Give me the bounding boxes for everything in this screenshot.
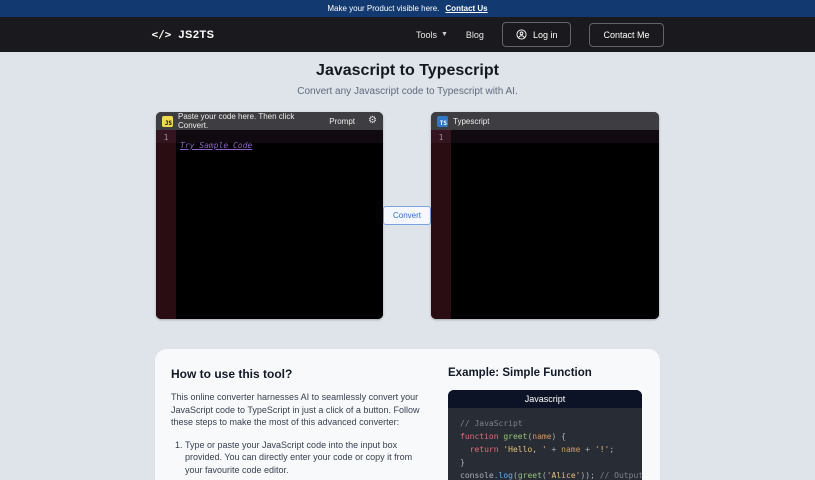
person-icon [516, 29, 527, 40]
gear-icon[interactable]: ⚙ [368, 116, 377, 126]
output-panel-title: Typescript [453, 116, 490, 126]
input-panel-header: JS Paste your code here. Then click Conv… [156, 112, 383, 130]
input-line-numbers: 1 [156, 130, 176, 319]
nav-blog-label: Blog [465, 29, 484, 40]
nav-tools-label: Tools [415, 29, 437, 40]
input-panel-title: Paste your code here. Then click Convert… [178, 112, 295, 130]
how-to-title: How to use this tool? [171, 367, 293, 381]
example-title: Example: Simple Function [448, 367, 592, 379]
navbar: </> JS2TS Tools ▼ Blog Log in Contact Me [0, 17, 815, 52]
typescript-icon: TS [437, 115, 448, 127]
convert-button[interactable]: Convert [383, 206, 432, 225]
example-code: // JavaScript function greet(name) { retu… [460, 419, 642, 480]
example-code-header: Javascript [448, 390, 642, 408]
contact-label: Contact Me [603, 29, 650, 40]
promo-banner: Make your Product visible here. Contact … [0, 0, 815, 17]
page-title: Javascript to Typescript [316, 62, 499, 79]
chevron-down-icon: ▼ [440, 31, 448, 38]
nav-item-tools[interactable]: Tools ▼ [416, 30, 448, 40]
how-to-column: How to use this tool? This online conver… [171, 367, 426, 480]
logo-text: JS2TS [178, 28, 215, 41]
hero-section: Javascript to Typescript Convert any Jav… [0, 52, 815, 97]
logo[interactable]: </> JS2TS [152, 28, 215, 41]
nav-item-blog[interactable]: Blog [466, 30, 484, 40]
code-icon: </> [151, 28, 172, 41]
how-to-steps: Type or paste your JavaScript code into … [185, 439, 426, 480]
login-button[interactable]: Log in [501, 22, 572, 47]
converter-middle: Convert [383, 112, 432, 225]
converter-section: JS Paste your code here. Then click Conv… [156, 112, 659, 319]
output-code-panel: TS Typescript 1 [431, 112, 659, 319]
input-code-area[interactable]: Try Sample Code [176, 130, 383, 319]
try-sample-code-link[interactable]: Try Sample Code [180, 141, 252, 150]
example-code-card: Javascript // JavaScript function greet(n… [448, 390, 642, 480]
output-code-editor: 1 [431, 130, 659, 319]
info-card: How to use this tool? This online conver… [155, 349, 660, 480]
how-to-step: Type or paste your JavaScript code into … [185, 439, 426, 477]
promo-text: Make your Product visible here. [327, 4, 440, 13]
output-panel-header: TS Typescript [431, 112, 659, 130]
example-column: Example: Simple Function Javascript // J… [448, 367, 642, 480]
input-code-panel: JS Paste your code here. Then click Conv… [156, 112, 383, 319]
contact-me-button[interactable]: Contact Me [589, 22, 664, 47]
page-subtitle: Convert any Javascript code to Typescrip… [297, 86, 518, 97]
prompt-button[interactable]: Prompt [329, 117, 355, 126]
active-line-highlight [431, 130, 659, 143]
input-code-editor[interactable]: 1 Try Sample Code [156, 130, 383, 319]
login-label: Log in [532, 29, 558, 40]
promo-contact-link[interactable]: Contact Us [445, 4, 487, 13]
javascript-icon: JS [162, 115, 173, 127]
output-code-area [451, 130, 659, 319]
how-to-intro: This online converter harnesses AI to se… [171, 392, 420, 427]
output-line-numbers: 1 [431, 130, 451, 319]
